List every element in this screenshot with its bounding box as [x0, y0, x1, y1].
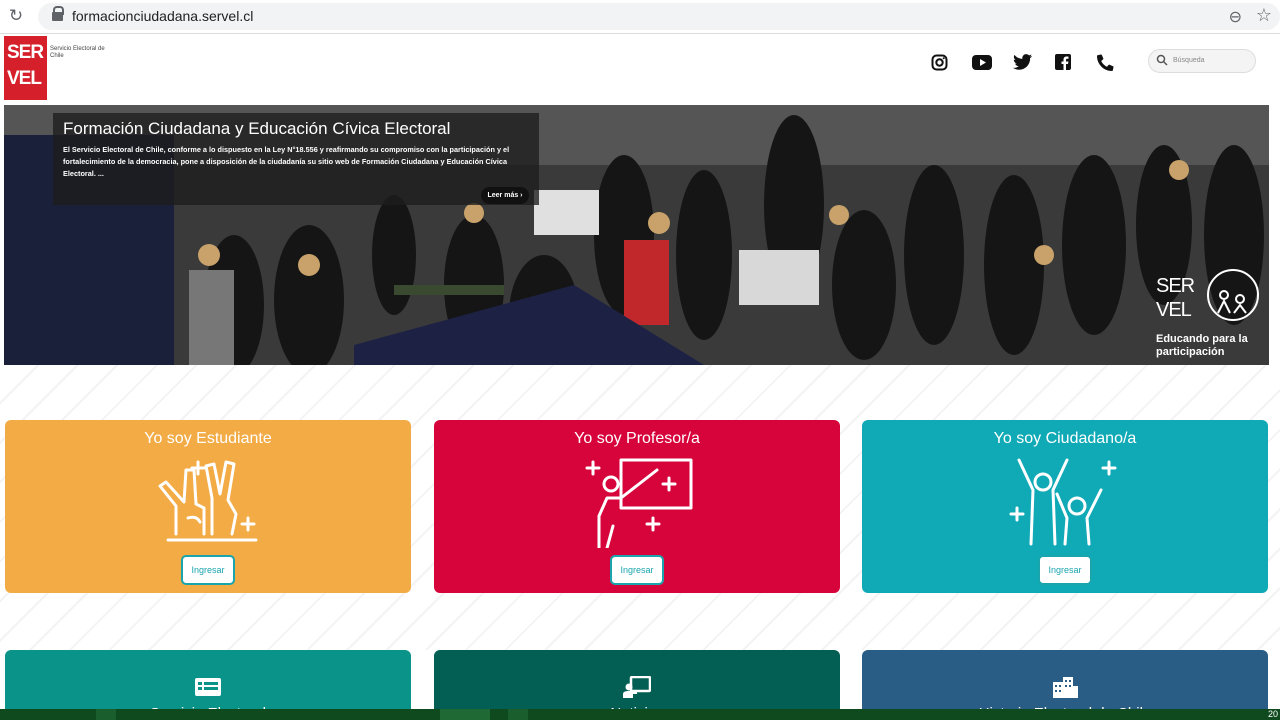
read-more-label: Leer más: [487, 192, 519, 199]
logo-line2: VEL: [7, 68, 42, 89]
reload-icon[interactable]: ↻: [6, 6, 26, 26]
taskbar-app-icon-2[interactable]: [508, 709, 528, 720]
logo-subtitle: Servicio Electoral de Chile: [50, 46, 105, 59]
hero-title: Formación Ciudadana y Educación Cívica E…: [63, 119, 451, 138]
brand-line1: SER: [1156, 275, 1195, 297]
citizens-cheering-icon: [1009, 458, 1117, 546]
card-student[interactable]: Yo soy Estudiante Ingresar: [5, 420, 411, 593]
servel-logo[interactable]: SER VEL: [4, 36, 47, 100]
education-badge-icon: [1207, 269, 1259, 321]
search-placeholder: Búsqueda: [1173, 57, 1205, 64]
card-title-student: Yo soy Estudiante: [144, 430, 272, 447]
brand-line2: VEL: [1156, 299, 1192, 321]
url-text[interactable]: formacionciudadana.servel.cl: [72, 8, 253, 24]
logo-line1: SER: [7, 42, 44, 63]
youtube-icon[interactable]: [972, 52, 992, 72]
card-citizen[interactable]: Yo soy Ciudadano/a Ingresar: [862, 420, 1268, 593]
phone-icon[interactable]: [1095, 52, 1115, 72]
buildings-icon: [1053, 677, 1078, 698]
search-icon: [1156, 54, 1168, 66]
ingresar-button-student[interactable]: Ingresar: [181, 555, 235, 585]
taskbar-clock: 20: [1267, 709, 1278, 719]
site-header: SER VEL Servicio Electoral de Chile Búsq…: [0, 34, 1280, 104]
zoom-icon[interactable]: ⊖: [1229, 7, 1242, 27]
hands-icon: [158, 460, 258, 542]
ingresar-button-teacher[interactable]: Ingresar: [610, 555, 664, 585]
lock-icon: [52, 6, 64, 21]
card-teacher[interactable]: Yo soy Profesor/a Ingresar: [434, 420, 840, 593]
hero-caption-box: Formación Ciudadana y Educación Cívica E…: [53, 113, 539, 205]
os-taskbar: 20: [0, 709, 1280, 720]
bookmark-star-icon[interactable]: ☆: [1256, 5, 1272, 26]
taskbar-browser-icon[interactable]: [440, 709, 490, 720]
servel-brand-overlay: SER VEL Educando para la participación: [1154, 265, 1264, 360]
card-title-teacher: Yo soy Profesor/a: [574, 430, 700, 447]
instagram-icon[interactable]: [929, 52, 949, 72]
id-card-icon: [195, 678, 221, 696]
facebook-icon[interactable]: [1053, 52, 1073, 72]
card-title-citizen: Yo soy Ciudadano/a: [993, 430, 1137, 447]
read-more-button[interactable]: Leer más ›: [481, 187, 529, 204]
taskbar-app-icon[interactable]: [96, 709, 116, 720]
brand-tagline: Educando para la participación: [1156, 333, 1248, 358]
presenter-screen-icon: [623, 676, 651, 698]
address-bar[interactable]: formacionciudadana.servel.cl ⊖ ☆: [38, 3, 1280, 30]
hero-banner: Formación Ciudadana y Educación Cívica E…: [4, 105, 1269, 365]
browser-toolbar: ↻ formacionciudadana.servel.cl ⊖ ☆: [0, 0, 1280, 34]
teacher-board-icon: [585, 458, 693, 548]
twitter-icon[interactable]: [1012, 52, 1032, 72]
hero-description: El Servicio Electoral de Chile, conforme…: [63, 145, 510, 178]
ingresar-button-citizen[interactable]: Ingresar: [1038, 555, 1092, 585]
search-input[interactable]: Búsqueda: [1148, 49, 1256, 73]
